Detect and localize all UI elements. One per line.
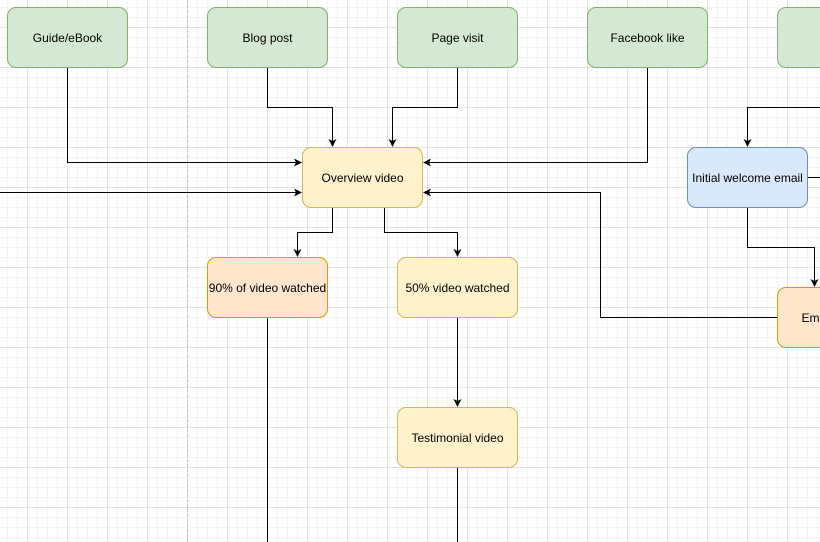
node-email-landing[interactable]: Email landing [777,287,820,348]
node-email-partial[interactable]: Email [777,7,820,68]
edge-pagevisit-to-overview[interactable] [388,67,458,147]
node-video-50[interactable]: 50% video watched [397,257,518,318]
node-video-90[interactable]: 90% of video watched [207,257,328,318]
edge-overview-to-50[interactable] [384,208,462,257]
edge-welcome-to-emaillanding[interactable] [747,208,819,287]
edge-offcanvas-right-to-welcome[interactable] [743,107,820,147]
node-label: 50% video watched [405,280,510,295]
node-guide-ebook[interactable]: Guide/eBook [7,7,128,68]
node-label: Email landing [801,310,820,325]
node-testimonial-video[interactable]: Testimonial video [397,407,518,468]
node-label: Blog post [242,30,293,45]
edge-guide-to-overview[interactable] [67,67,302,167]
node-facebook-like[interactable]: Facebook like [587,7,708,68]
diagram-canvas[interactable]: Guide/eBook Blog post Page visit Faceboo… [0,0,820,542]
node-label: Overview video [321,170,404,185]
edge-overview-to-90[interactable] [293,208,333,257]
node-overview-video[interactable]: Overview video [302,147,423,208]
edge-blog-to-overview[interactable] [267,67,337,147]
node-label: Facebook like [610,30,685,45]
node-label: Page visit [431,30,484,45]
node-label: Testimonial video [411,430,504,445]
node-label: Guide/eBook [32,30,103,45]
node-label: 90% of video watched [208,280,327,295]
node-initial-welcome-email[interactable]: Initial welcome email [687,147,808,208]
node-blog-post[interactable]: Blog post [207,7,328,68]
node-label: Initial welcome email [692,170,803,185]
node-page-visit[interactable]: Page visit [397,7,518,68]
